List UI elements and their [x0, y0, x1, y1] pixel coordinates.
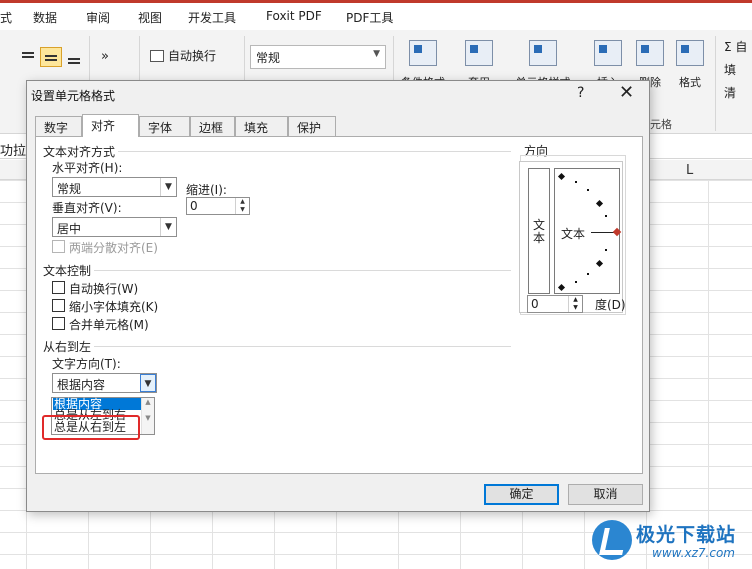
dial-tick — [605, 249, 607, 251]
dial-tick — [587, 273, 589, 275]
distributed-checkbox — [52, 240, 65, 253]
fill-button[interactable]: 填 — [724, 61, 736, 78]
menu-pdf-tools[interactable]: PDF工具 — [346, 9, 393, 26]
autosum-button[interactable]: Σ 自 — [724, 38, 747, 55]
vertical-text-toggle[interactable]: 文本 — [528, 168, 550, 294]
wrap-text-label[interactable]: 自动换行(W) — [69, 280, 138, 297]
column-header-l[interactable]: L — [686, 163, 693, 178]
dropdown-scrollbar[interactable]: ▲ ▼ — [141, 398, 154, 434]
dial-marker — [595, 259, 604, 268]
indent-spinner[interactable]: 0 ▲ ▼ — [186, 197, 250, 215]
format-cells-icon — [676, 40, 704, 66]
shrink-to-fit-label[interactable]: 缩小字体填充(K) — [69, 298, 158, 315]
watermark-name: 极光下载站 — [636, 524, 737, 546]
format-button[interactable]: 格式 — [670, 38, 710, 94]
wrap-text-icon — [150, 50, 164, 62]
site-watermark: 极光下载站 www.xz7.com — [592, 518, 752, 564]
section-divider — [118, 151, 511, 152]
menu-review[interactable]: 审阅 — [86, 9, 110, 26]
chevron-down-icon[interactable]: ▼ — [140, 374, 156, 392]
annotation-highlight-box — [42, 415, 140, 440]
clear-button[interactable]: 清 — [724, 84, 736, 101]
name-box-text: 功拉 — [0, 144, 27, 159]
cancel-button[interactable]: 取消 — [568, 484, 643, 505]
menu-data[interactable]: 数据 — [33, 9, 57, 26]
orientation-frame: 文本 文本 — [519, 161, 623, 313]
insert-cells-icon — [594, 40, 622, 66]
cell-style-icon — [529, 40, 557, 66]
rtl-section-title: 从右到左 — [43, 340, 92, 354]
section-divider — [94, 270, 511, 271]
spinner-arrows-icon[interactable]: ▲ ▼ — [235, 198, 249, 214]
dialog-title: 设置单元格格式 — [31, 89, 116, 103]
align-top-button[interactable] — [17, 47, 39, 67]
dial-tick — [587, 189, 589, 191]
menu-bar: 式 数据 审阅 视图 开发工具 Foxit PDF PDF工具 — [0, 3, 752, 30]
tab-number[interactable]: 数字 — [35, 116, 82, 136]
dial-text: 文本 — [561, 227, 586, 241]
watermark-url: www.xz7.com — [652, 546, 735, 560]
help-icon[interactable]: ? — [577, 85, 584, 101]
number-format-select[interactable]: 常规 ▼ — [250, 45, 386, 69]
menu-view[interactable]: 视图 — [138, 9, 162, 26]
vertical-text: 文本 — [532, 218, 545, 245]
menu-developer[interactable]: 开发工具 — [188, 9, 236, 26]
dial-marker — [595, 199, 604, 208]
text-control-section-title: 文本控制 — [43, 264, 92, 278]
tab-protection[interactable]: 保护 — [288, 116, 336, 136]
align-middle-button[interactable] — [40, 47, 62, 67]
tab-alignment[interactable]: 对齐 — [82, 114, 139, 137]
dial-tick — [575, 181, 577, 183]
dial-marker — [557, 283, 566, 292]
wrap-text-checkbox[interactable] — [52, 281, 65, 294]
dial-current-marker — [612, 227, 622, 237]
merge-cells-label[interactable]: 合并单元格(M) — [69, 316, 149, 333]
conditional-format-icon — [409, 40, 437, 66]
horizontal-align-select[interactable]: 常规 ▼ — [52, 177, 177, 197]
text-direction-select[interactable]: 根据内容 ▼ — [52, 373, 157, 393]
tab-font[interactable]: 字体 — [139, 116, 190, 136]
menu-formulas-cut[interactable]: 式 — [0, 9, 12, 26]
degrees-label: 度(D) — [595, 298, 626, 312]
dial-pointer — [591, 232, 615, 233]
shrink-to-fit-checkbox[interactable] — [52, 299, 65, 312]
chevron-down-icon: ▼ — [373, 49, 380, 59]
vertical-align-select[interactable]: 居中 ▼ — [52, 217, 177, 237]
orientation-dropdown-icon[interactable]: » — [97, 47, 119, 67]
merge-cells-checkbox[interactable] — [52, 317, 65, 330]
delete-cells-icon — [636, 40, 664, 66]
cells-group-label: 元格 — [650, 118, 672, 131]
chevron-down-icon: ▼ — [160, 218, 176, 236]
ribbon-separator — [715, 36, 716, 131]
site-logo-icon — [592, 520, 632, 560]
orientation-dial[interactable]: 文本 — [554, 168, 622, 294]
ok-button[interactable]: 确定 — [484, 484, 559, 505]
dial-tick — [575, 281, 577, 283]
wrap-text-button[interactable]: 自动换行 — [150, 47, 216, 67]
tab-border[interactable]: 边框 — [190, 116, 235, 136]
degrees-spinner[interactable]: 0 ▲ ▼ — [527, 295, 583, 313]
close-icon[interactable]: ✕ — [619, 82, 634, 103]
text-align-section-title: 文本对齐方式 — [43, 145, 116, 159]
dial-marker — [557, 172, 566, 181]
indent-label: 缩进(I): — [186, 183, 227, 197]
chevron-down-icon: ▼ — [160, 178, 176, 196]
format-cells-dialog: 设置单元格格式 ? ✕ 数字 对齐 字体 边框 填充 保护 文本对齐方式 水平对… — [26, 80, 650, 512]
text-direction-label: 文字方向(T): — [52, 357, 121, 371]
dial-tick — [605, 215, 607, 217]
spinner-arrows-icon[interactable]: ▲ ▼ — [568, 296, 582, 312]
table-style-icon — [465, 40, 493, 66]
vertical-align-label: 垂直对齐(V): — [52, 201, 122, 215]
distributed-label: 两端分散对齐(E) — [69, 241, 158, 255]
align-bottom-button[interactable] — [63, 47, 85, 67]
tab-fill[interactable]: 填充 — [235, 116, 288, 136]
horizontal-align-label: 水平对齐(H): — [52, 161, 123, 175]
section-divider — [94, 346, 511, 347]
menu-foxit-pdf[interactable]: Foxit PDF — [266, 9, 322, 23]
